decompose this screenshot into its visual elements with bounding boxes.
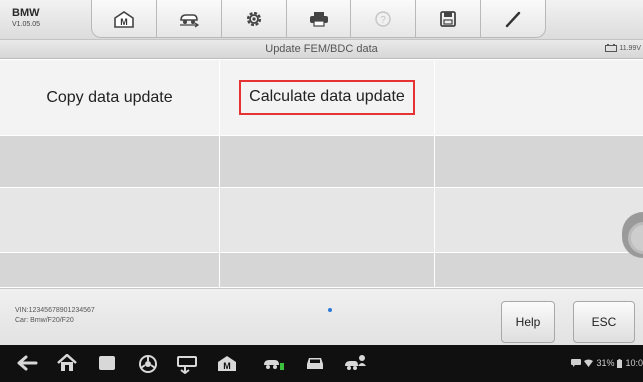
- recent-apps-icon: [99, 356, 115, 370]
- diagnostics-home-icon: M: [218, 356, 236, 371]
- grid-row: [0, 136, 643, 188]
- help-circle-icon: ?: [375, 11, 392, 27]
- nav-recents-button[interactable]: [97, 354, 117, 372]
- vehicle-voltage: 11.99V: [605, 44, 641, 52]
- vehicle-swap-icon: [179, 14, 199, 28]
- nav-browser-button[interactable]: [138, 354, 158, 374]
- status-area: 31% 10:0: [571, 358, 643, 368]
- page-title: Update FEM/BDC data: [265, 43, 378, 55]
- svg-text:?: ?: [381, 15, 387, 26]
- wifi-icon: [584, 359, 594, 367]
- vehicle-info: VIN:12345678901234567 Car: Bmw/F20/F20: [15, 306, 95, 326]
- brand-block: BMW V1.05.05: [12, 7, 41, 29]
- help-button[interactable]: Help: [501, 301, 555, 343]
- nav-screen-capture-button[interactable]: [176, 354, 198, 374]
- nav-diagnostics-home-button[interactable]: M: [216, 354, 238, 372]
- function-grid: Copy data update Calculate data update: [0, 60, 643, 288]
- tool-strip: M ?: [91, 0, 546, 38]
- empty-cell: [435, 188, 643, 252]
- empty-cell: [435, 136, 643, 187]
- option-label-highlighted: Calculate data update: [239, 80, 415, 115]
- empty-cell: [220, 188, 435, 252]
- print-button[interactable]: [287, 0, 352, 38]
- grid-row: [0, 253, 643, 288]
- grid-row: [0, 188, 643, 253]
- esc-button[interactable]: ESC: [573, 301, 635, 343]
- clock: 10:0: [625, 358, 643, 368]
- nav-vehicle-service-button[interactable]: [262, 354, 286, 372]
- title-strip: Update FEM/BDC data 11.99V: [0, 40, 643, 59]
- vehicle-swap-button[interactable]: [157, 0, 222, 38]
- empty-cell: [435, 60, 643, 135]
- nav-vehicle-button[interactable]: [304, 354, 326, 372]
- remote-expert-icon: [345, 355, 366, 370]
- vin-text: VIN:12345678901234567: [15, 307, 95, 314]
- message-icon: [571, 359, 582, 367]
- option-label: Copy data update: [46, 88, 173, 106]
- nav-back-button[interactable]: [16, 354, 38, 372]
- browser-icon: [139, 355, 157, 373]
- voltage-value: 11.99V: [619, 44, 641, 52]
- calculate-data-update-option[interactable]: Calculate data update: [220, 60, 435, 135]
- screen-capture-icon: [177, 356, 197, 374]
- settings-gear-icon: [246, 11, 261, 27]
- pen-icon: [505, 11, 521, 28]
- pen-button[interactable]: [481, 0, 545, 38]
- vehicle-service-icon: [264, 360, 284, 370]
- empty-cell: [0, 188, 220, 252]
- empty-cell: [0, 136, 220, 187]
- car-text: Car: Bmw/F20/F20: [15, 317, 74, 324]
- page-indicator-dot: [328, 308, 332, 312]
- top-toolbar: BMW V1.05.05 M ?: [0, 0, 643, 40]
- car-icon: [307, 358, 323, 369]
- brand-name: BMW: [12, 7, 40, 19]
- copy-data-update-option[interactable]: Copy data update: [0, 60, 220, 135]
- empty-cell: [220, 136, 435, 187]
- nav-home-button[interactable]: [56, 354, 78, 372]
- svg-text:M: M: [223, 361, 231, 371]
- grid-row: Copy data update Calculate data update: [0, 60, 643, 136]
- save-icon: [440, 11, 457, 27]
- printer-icon: [309, 12, 328, 27]
- empty-cell: [435, 253, 643, 287]
- car-battery-icon: [605, 44, 618, 52]
- settings-button[interactable]: [222, 0, 287, 38]
- footer-bar: VIN:12345678901234567 Car: Bmw/F20/F20 H…: [0, 288, 643, 345]
- home-icon: [57, 354, 77, 371]
- battery-icon: [617, 358, 623, 368]
- battery-percent: 31%: [596, 358, 615, 368]
- home-icon: M: [114, 11, 134, 28]
- nav-remote-expert-button[interactable]: [343, 354, 367, 372]
- back-arrow-icon: [17, 355, 38, 371]
- svg-text:M: M: [120, 17, 128, 27]
- empty-cell: [0, 253, 220, 287]
- empty-cell: [220, 253, 435, 287]
- android-nav-bar: M 31% 10:0: [0, 345, 643, 382]
- home-button[interactable]: M: [92, 0, 157, 38]
- help-tool-button[interactable]: ?: [351, 0, 417, 38]
- save-button[interactable]: [416, 0, 482, 38]
- software-version: V1.05.05: [12, 21, 41, 28]
